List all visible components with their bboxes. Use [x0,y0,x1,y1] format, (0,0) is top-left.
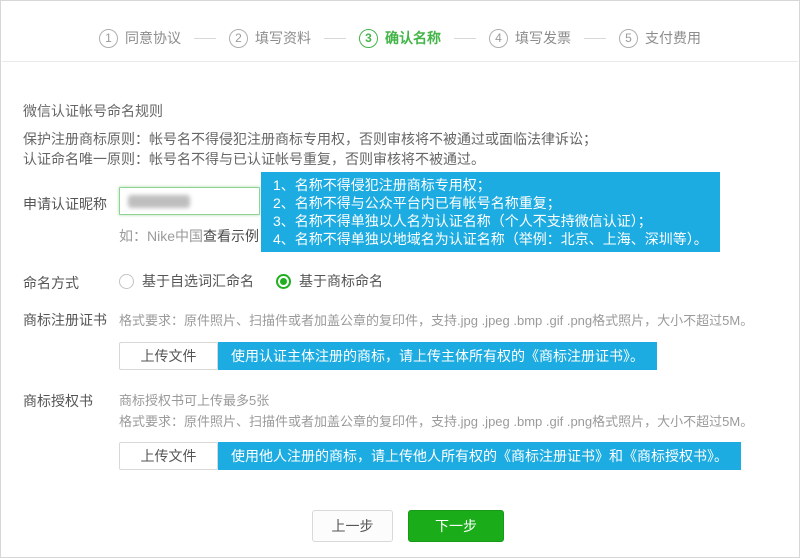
step-connector [584,38,606,39]
trademark-license-tooltip: 使用他人注册的商标，请上传他人所有权的《商标注册证书》和《商标授权书》。 [218,442,741,470]
step-3-label: 确认名称 [385,28,441,48]
trademark-license-label: 商标授权书 [23,391,93,411]
naming-rule-line: 3、名称不得单独以人名为认证名称（个人不支持微信认证）； [273,212,708,230]
step-invoice: 4 填写发票 [489,28,571,48]
trademark-license-max-hint: 商标授权书可上传最多5张 [119,390,269,409]
progress-stepper: 1 同意协议 2 填写资料 3 确认名称 4 填写发票 5 支付费用 [1,25,799,51]
nickname-rules-tooltip: 1、名称不得侵犯注册商标专用权； 2、名称不得与公众平台内已有帐号名称重复； 3… [261,172,720,252]
radio-option-trademark[interactable]: 基于商标命名 [276,271,383,291]
view-example-link[interactable]: 查看示例 [203,228,259,244]
step-5-number-icon: 5 [619,29,638,48]
radio-unselected-icon [119,274,134,289]
nickname-input[interactable] [119,187,260,215]
trademark-cert-label: 商标注册证书 [23,310,107,330]
naming-rule-line: 2、名称不得与公众平台内已有帐号名称重复； [273,194,708,212]
step-5-label: 支付费用 [645,28,701,48]
radio-option-label: 基于商标命名 [299,271,383,291]
upload-trademark-cert-button[interactable]: 上传文件 [119,342,218,370]
naming-rules-line-trademark: 保护注册商标原则：帐号名不得侵犯注册商标专用权，否则审核将不被通过或面临法律诉讼… [23,129,597,149]
nickname-hint-example: 如：Nike中国 [119,228,203,244]
naming-rule-line: 4、名称不得单独以地域名为认证名称（举例：北京、上海、深圳等）。 [273,230,708,248]
step-1-number-icon: 1 [99,29,118,48]
step-agree-protocol: 1 同意协议 [99,28,181,48]
naming-method-options: 基于自选词汇命名 基于商标命名 [119,271,405,291]
nickname-field-label: 申请认证昵称 [23,194,107,214]
nickname-value-redacted [128,195,190,208]
step-connector [454,38,476,39]
step-2-number-icon: 2 [229,29,248,48]
radio-option-label: 基于自选词汇命名 [142,271,254,291]
upload-trademark-license-button[interactable]: 上传文件 [119,442,218,470]
wechat-verification-page: 1 同意协议 2 填写资料 3 确认名称 4 填写发票 5 支付费用 微信认证帐… [0,0,800,558]
header-divider [2,61,798,62]
naming-method-label: 命名方式 [23,273,79,293]
step-3-number-icon: 3 [359,29,378,48]
next-step-button[interactable]: 下一步 [408,510,504,542]
previous-step-button[interactable]: 上一步 [312,510,393,542]
nickname-hint: 如：Nike中国查看示例 [119,226,259,246]
step-connector [324,38,346,39]
step-fill-info: 2 填写资料 [229,28,311,48]
step-4-label: 填写发票 [515,28,571,48]
step-1-label: 同意协议 [125,28,181,48]
trademark-license-format-hint: 格式要求：原件照片、扫描件或者加盖公章的复印件，支持.jpg .jpeg .bm… [119,411,753,430]
step-pay-fee: 5 支付费用 [619,28,701,48]
trademark-cert-format-hint: 格式要求：原件照片、扫描件或者加盖公章的复印件，支持.jpg .jpeg .bm… [119,310,753,329]
naming-rule-line: 1、名称不得侵犯注册商标专用权； [273,176,708,194]
step-confirm-name: 3 确认名称 [359,28,441,48]
trademark-cert-tooltip: 使用认证主体注册的商标，请上传主体所有权的《商标注册证书》。 [218,342,657,370]
radio-option-custom-word[interactable]: 基于自选词汇命名 [119,271,254,291]
step-connector [194,38,216,39]
naming-rules-line-unique: 认证命名唯一原则：帐号名不得与已认证帐号重复，否则审核将不被通过。 [23,149,485,169]
radio-selected-icon [276,274,291,289]
step-2-label: 填写资料 [255,28,311,48]
step-4-number-icon: 4 [489,29,508,48]
naming-rules-title: 微信认证帐号命名规则 [23,101,163,121]
